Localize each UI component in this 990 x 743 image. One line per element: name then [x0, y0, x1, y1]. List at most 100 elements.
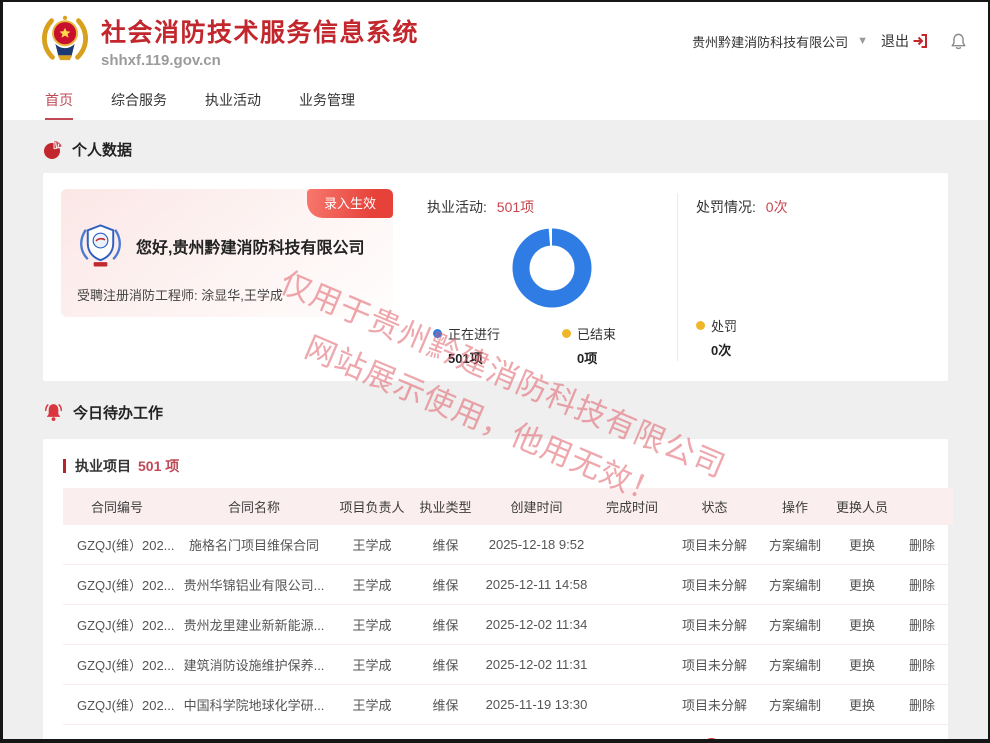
- table-row: GZQJ(维）202...贵州华锦铝业有限公司...王学成维保2025-12-1…: [63, 565, 953, 605]
- logout-label: 退出: [881, 31, 909, 51]
- penalty-value: 0次: [766, 199, 788, 215]
- table-cell: 项目未分解: [672, 645, 757, 685]
- table-cell: 方案编制: [757, 605, 833, 645]
- legend-finished-value: 0项: [577, 348, 616, 367]
- change-link[interactable]: 更换: [833, 645, 891, 685]
- projects-subtitle: 执业项目 501 项: [63, 456, 928, 476]
- app-window: 社会消防技术服务信息系统 shhxf.119.gov.cn 贵州黔建消防科技有限…: [0, 0, 990, 743]
- table-cell: 方案编制: [757, 565, 833, 605]
- legend-dot-blue: [433, 329, 442, 338]
- nav-item-home[interactable]: 首页: [45, 80, 73, 120]
- projects-label: 执业项目: [75, 456, 131, 476]
- delete-link[interactable]: 删除: [891, 565, 953, 605]
- page-button-2[interactable]: 2: [730, 738, 749, 743]
- table-cell: 2025-12-02 11:34: [481, 605, 592, 645]
- penalty-stats: 处罚情况: 0次 处罚 0次: [678, 189, 930, 365]
- column-header: 完成时间: [592, 488, 672, 525]
- table-cell: 贵州华锦铝业有限公司...: [174, 565, 334, 605]
- activity-stats: 执业活动: 501项 正在进行 501项: [393, 189, 677, 365]
- page-button-5[interactable]: 5: [814, 738, 833, 743]
- table-cell: GZQJ(维）202...: [63, 685, 174, 725]
- table-row: GZQJ(维）202...建筑消防设施维护保养...王学成维保2025-12-0…: [63, 645, 953, 685]
- page-button-3[interactable]: 3: [758, 738, 777, 743]
- table-cell: 中国科学院地球化学研...: [174, 685, 334, 725]
- column-header: 状态: [672, 488, 757, 525]
- current-company[interactable]: 贵州黔建消防科技有限公司: [692, 32, 848, 51]
- table-cell: [592, 525, 672, 565]
- column-header: 执业类型: [410, 488, 481, 525]
- legend-ongoing-value: 501项: [448, 348, 500, 367]
- nav-item-services[interactable]: 综合服务: [111, 80, 167, 120]
- system-title: 社会消防技术服务信息系统: [101, 13, 419, 49]
- alarm-bell-icon: [43, 402, 64, 423]
- table-cell: GZQJ(维）202...: [63, 525, 174, 565]
- chevron-down-icon[interactable]: ▼: [857, 35, 868, 47]
- projects-table-head: 合同编号合同名称项目负责人执业类型创建时间完成时间状态操作更换人员: [63, 488, 953, 525]
- page-button-1[interactable]: 1: [702, 738, 721, 743]
- table-cell: 王学成: [334, 525, 410, 565]
- legend-dot-yellow: [562, 329, 571, 338]
- change-link[interactable]: 更换: [833, 685, 891, 725]
- nav-item-business[interactable]: 业务管理: [299, 80, 355, 120]
- notification-bell-icon[interactable]: [949, 32, 968, 51]
- table-cell: 建筑消防设施维护保养...: [174, 645, 334, 685]
- delete-link[interactable]: 删除: [891, 605, 953, 645]
- logout-icon: [912, 33, 928, 49]
- header-right: 贵州黔建消防科技有限公司 ▼ 退出: [692, 31, 968, 51]
- table-cell: 维保: [410, 685, 481, 725]
- table-cell: 2025-11-19 13:30: [481, 685, 592, 725]
- legend-ongoing: 正在进行 501项: [433, 324, 500, 367]
- penalty-label: 处罚情况:: [696, 199, 756, 215]
- column-header: 合同名称: [174, 488, 334, 525]
- title-block: 社会消防技术服务信息系统 shhxf.119.gov.cn: [101, 13, 419, 69]
- table-cell: [592, 565, 672, 605]
- table-cell: 项目未分解: [672, 565, 757, 605]
- table-cell: 维保: [410, 605, 481, 645]
- profile-card: 录入生效 您好,贵州黔建消防科技有限公司 受聘注册消: [61, 189, 393, 317]
- engineers-text: 受聘注册消防工程师: 涂显华,王学成: [77, 285, 283, 304]
- main-nav: 首页 综合服务 执业活动 业务管理: [3, 80, 988, 120]
- table-cell: 2025-12-18 9:52: [481, 525, 592, 565]
- column-header: 创建时间: [481, 488, 592, 525]
- table-row: GZQJ(维）202...中国科学院地球化学研...王学成维保2025-11-1…: [63, 685, 953, 725]
- table-cell: 2025-12-11 14:58: [481, 565, 592, 605]
- pagination-pages: 1 2 3 4 5: [702, 738, 833, 743]
- delete-link[interactable]: 删除: [891, 525, 953, 565]
- table-cell: 维保: [410, 525, 481, 565]
- table-cell: GZQJ(维）202...: [63, 645, 174, 685]
- table-cell: 项目未分解: [672, 605, 757, 645]
- nav-item-practice[interactable]: 执业活动: [205, 80, 261, 120]
- table-cell: [592, 605, 672, 645]
- legend-finished: 已结束 0项: [562, 324, 616, 367]
- column-header: 项目负责人: [334, 488, 410, 525]
- header: 社会消防技术服务信息系统 shhxf.119.gov.cn 贵州黔建消防科技有限…: [3, 2, 988, 80]
- todo-table-head-row: 合同编号合同名称项目负责人执业类型创建时间完成时间状态操作更换人员: [63, 488, 953, 525]
- table-cell: [592, 645, 672, 685]
- table-cell: 2025-12-02 11:31: [481, 645, 592, 685]
- total-pages-label: 共 101 页: [871, 738, 926, 743]
- table-cell: GZQJ(维）202...: [63, 565, 174, 605]
- delete-link[interactable]: 删除: [891, 685, 953, 725]
- activity-value: 501项: [497, 199, 534, 215]
- page-button-4[interactable]: 4: [786, 738, 805, 743]
- change-link[interactable]: 更换: [833, 525, 891, 565]
- change-link[interactable]: 更换: [833, 605, 891, 645]
- content: 个人数据 录入生效 您好,贵州黔: [3, 139, 988, 743]
- table-cell: 王学成: [334, 685, 410, 725]
- change-link[interactable]: 更换: [833, 565, 891, 605]
- column-header: 操作: [757, 488, 833, 525]
- fire-service-emblem-icon: [39, 13, 91, 70]
- table-cell: 维保: [410, 645, 481, 685]
- table-row: GZQJ(维）202...贵州龙里建业新新能源...王学成维保2025-12-0…: [63, 605, 953, 645]
- table-cell: 方案编制: [757, 645, 833, 685]
- delete-link[interactable]: 删除: [891, 645, 953, 685]
- table-cell: 方案编制: [757, 685, 833, 725]
- projects-count: 501 项: [138, 456, 179, 476]
- todo-panel: 执业项目 501 项 合同编号合同名称项目负责人执业类型创建时间完成时间状态操作…: [43, 439, 948, 743]
- legend-ongoing-label: 正在进行: [448, 324, 500, 343]
- activity-donut-chart: [510, 226, 594, 310]
- activity-stat-title: 执业活动: 501项: [427, 197, 677, 217]
- logout-button[interactable]: 退出: [881, 31, 928, 51]
- table-cell: 项目未分解: [672, 525, 757, 565]
- activity-legend: 正在进行 501项 已结束 0项: [427, 324, 677, 367]
